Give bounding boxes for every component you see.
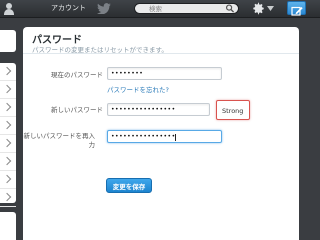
- search-icon[interactable]: [225, 4, 235, 13]
- chevron-right-icon: [2, 138, 12, 148]
- account-menu[interactable]: アカウント: [3, 2, 86, 15]
- nav-item[interactable]: [0, 99, 16, 117]
- chevron-right-icon: [2, 120, 12, 130]
- search-box: [134, 3, 239, 14]
- chevron-right-icon: [2, 192, 12, 202]
- top-navigation-bar: アカウント: [0, 0, 320, 18]
- panel-header: パスワード パスワードの変更またはリセットができます。: [23, 27, 299, 54]
- compose-button[interactable]: [287, 1, 306, 16]
- chevron-right-icon: [2, 156, 12, 166]
- chevron-right-icon: [2, 174, 12, 184]
- compose-icon: [291, 6, 303, 16]
- nav-item[interactable]: [0, 153, 16, 171]
- bird-icon[interactable]: [96, 3, 112, 14]
- chevron-right-icon: [2, 102, 12, 112]
- settings-menu[interactable]: [252, 2, 274, 15]
- left-settings-nav: [0, 63, 16, 207]
- nav-item[interactable]: [0, 63, 16, 81]
- confirm-password-input[interactable]: [108, 131, 221, 142]
- save-changes-button[interactable]: 変更を保存: [106, 178, 152, 193]
- left-profile-card: [0, 30, 16, 52]
- forgot-password-link[interactable]: パスワードを忘れた?: [107, 84, 169, 94]
- nav-item[interactable]: [0, 171, 16, 189]
- new-password-input[interactable]: [108, 104, 209, 115]
- gear-icon: [253, 2, 264, 15]
- new-password-field: [107, 103, 210, 116]
- nav-item[interactable]: [0, 81, 16, 99]
- search-input[interactable]: [135, 4, 239, 13]
- account-label: アカウント: [51, 4, 86, 12]
- current-password-field: [107, 67, 222, 80]
- left-footer-card: [0, 212, 16, 240]
- text-caret: [175, 134, 176, 141]
- chevron-down-icon: [267, 6, 274, 11]
- password-strength-label: Strong: [222, 107, 244, 115]
- nav-item[interactable]: [0, 135, 16, 153]
- password-strength-badge: Strong: [216, 100, 250, 120]
- new-password-label: 新しいパスワード: [51, 106, 103, 114]
- chevron-right-icon: [2, 84, 12, 94]
- current-password-input[interactable]: [108, 68, 221, 79]
- nav-item[interactable]: [0, 189, 16, 207]
- nav-item[interactable]: [0, 117, 16, 135]
- confirm-password-label: 新しいパスワードを再入力: [23, 132, 96, 149]
- chevron-right-icon: [2, 66, 12, 76]
- current-password-label: 現在のパスワード: [51, 71, 103, 79]
- page-subtitle: パスワードの変更またはリセットができます。: [32, 46, 168, 54]
- confirm-password-field: [107, 130, 222, 143]
- password-settings-panel: パスワード パスワードの変更またはリセットができます。 現在のパスワード パスワ…: [23, 27, 299, 240]
